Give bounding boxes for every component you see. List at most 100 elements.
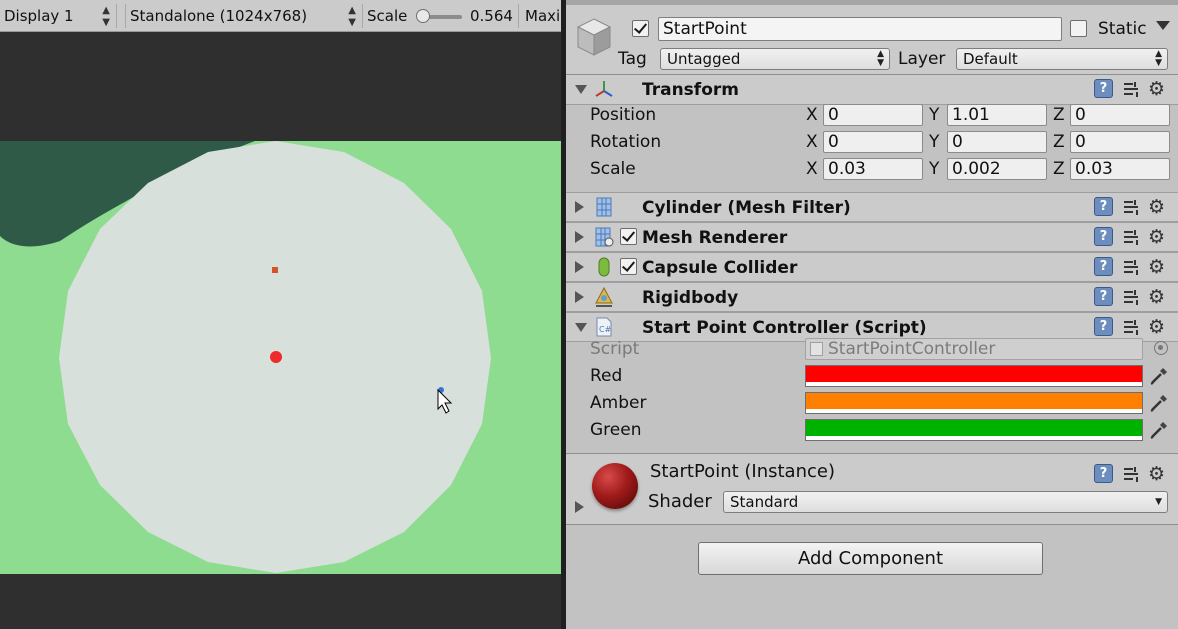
rotation-y-field[interactable]: 0 [947, 131, 1047, 153]
tag-value: Untagged [667, 50, 741, 68]
position-x-field[interactable]: 0 [823, 104, 923, 126]
gear-icon[interactable]: ⚙ [1148, 227, 1170, 247]
gear-icon[interactable]: ⚙ [1148, 197, 1170, 217]
preset-icon[interactable] [1122, 80, 1140, 98]
foldout-closed-icon[interactable] [575, 501, 584, 513]
mesh-filter-title: Cylinder (Mesh Filter) [642, 198, 851, 218]
component-header-icons: ? ⚙ [1094, 257, 1172, 277]
scale-slider-knob[interactable] [416, 9, 430, 23]
static-dropdown-arrow-icon[interactable] [1156, 21, 1170, 30]
mesh-filter-icon [596, 197, 612, 217]
help-icon[interactable]: ? [1094, 317, 1113, 336]
green-color-field[interactable] [805, 419, 1143, 441]
rotation-x-field[interactable]: 0 [823, 131, 923, 153]
updown-arrows-icon: ▲ ▼ [1155, 49, 1162, 68]
maximize-on-play-button[interactable]: Maximize On Play [518, 4, 561, 28]
rotation-label: Rotation [590, 132, 662, 152]
layer-dropdown[interactable]: Default ▲ ▼ [956, 48, 1168, 70]
scale-row-label: Scale [590, 159, 636, 179]
preset-icon[interactable] [1122, 258, 1140, 276]
rigidbody-title: Rigidbody [642, 288, 739, 308]
static-checkbox[interactable] [1070, 20, 1087, 37]
script-reference-field[interactable]: StartPointController [805, 338, 1143, 360]
amber-color-field[interactable] [805, 392, 1143, 414]
foldout-closed-icon[interactable] [575, 231, 584, 243]
script-label: Script [590, 339, 640, 359]
help-icon[interactable]: ? [1094, 464, 1113, 483]
amber-color-swatch [806, 393, 1142, 409]
gear-icon[interactable]: ⚙ [1148, 79, 1170, 99]
game-scene[interactable] [0, 141, 561, 574]
object-picker-icon[interactable] [1154, 341, 1168, 355]
display-label: Display 1 [4, 7, 74, 25]
resolution-dropdown[interactable]: Standalone (1024x768) ▲ ▼ [125, 4, 363, 28]
rigidbody-header[interactable]: Rigidbody ? ⚙ [566, 282, 1178, 312]
axis-x-label[interactable]: X [806, 158, 818, 180]
rotation-z-field[interactable]: 0 [1070, 131, 1170, 153]
scale-x-field[interactable]: 0.03 [823, 158, 923, 180]
eyedropper-icon[interactable] [1148, 392, 1170, 414]
axis-z-label[interactable]: Z [1053, 158, 1065, 180]
center-marker [270, 351, 282, 363]
axis-y-label[interactable]: Y [929, 104, 939, 126]
material-preview-sphere [592, 463, 638, 509]
capsule-collider-enabled-checkbox[interactable] [620, 258, 637, 275]
foldout-closed-icon[interactable] [575, 201, 584, 213]
shader-value: Standard [730, 493, 799, 511]
gear-icon[interactable]: ⚙ [1148, 287, 1170, 307]
red-color-field[interactable] [805, 365, 1143, 387]
axis-z-label[interactable]: Z [1053, 131, 1065, 153]
mesh-renderer-enabled-checkbox[interactable] [620, 228, 637, 245]
material-name: StartPoint (Instance) [650, 461, 835, 482]
transform-header[interactable]: Transform ? ⚙ [566, 75, 1178, 105]
help-icon[interactable]: ? [1094, 197, 1113, 216]
foldout-closed-icon[interactable] [575, 291, 584, 303]
gear-icon[interactable]: ⚙ [1148, 464, 1170, 484]
foldout-closed-icon[interactable] [575, 261, 584, 273]
help-icon[interactable]: ? [1094, 227, 1113, 246]
help-icon[interactable]: ? [1094, 257, 1113, 276]
shader-dropdown[interactable]: Standard ▼ [723, 491, 1168, 513]
preset-icon[interactable] [1122, 318, 1140, 336]
scale-value: 0.564 [470, 7, 513, 25]
display-dropdown[interactable]: Display 1 ▲ ▼ [0, 4, 117, 28]
preset-icon[interactable] [1122, 228, 1140, 246]
preset-icon[interactable] [1122, 288, 1140, 306]
foldout-open-icon[interactable] [575, 85, 587, 94]
position-z-field[interactable]: 0 [1070, 104, 1170, 126]
add-component-button[interactable]: Add Component [698, 542, 1043, 575]
capsule-collider-header[interactable]: Capsule Collider ? ⚙ [566, 252, 1178, 282]
rigidbody-icon [595, 287, 613, 307]
inspector-panel: StartPoint Static Tag Untagged ▲ ▼ Layer … [566, 0, 1178, 629]
eyedropper-icon[interactable] [1148, 419, 1170, 441]
tag-label: Tag [618, 49, 647, 69]
axis-y-label[interactable]: Y [929, 158, 939, 180]
capsule-collider-title: Capsule Collider [642, 258, 798, 278]
gear-icon[interactable]: ⚙ [1148, 317, 1170, 337]
help-icon[interactable]: ? [1094, 287, 1113, 306]
foldout-open-icon[interactable] [575, 323, 587, 332]
eyedropper-icon[interactable] [1148, 365, 1170, 387]
script-component-title: Start Point Controller (Script) [642, 318, 927, 338]
axis-x-label[interactable]: X [806, 131, 818, 153]
gameobject-name-field[interactable]: StartPoint [658, 17, 1062, 41]
axis-x-label[interactable]: X [806, 104, 818, 126]
mesh-filter-header[interactable]: Cylinder (Mesh Filter) ? ⚙ [566, 192, 1178, 222]
shader-label: Shader [648, 491, 712, 512]
axis-y-label[interactable]: Y [929, 131, 939, 153]
mesh-renderer-header[interactable]: Mesh Renderer ? ⚙ [566, 222, 1178, 252]
layer-label: Layer [898, 49, 946, 69]
axis-z-label[interactable]: Z [1053, 104, 1065, 126]
updown-arrows-icon: ▲ ▼ [348, 5, 356, 28]
position-y-field[interactable]: 1.01 [947, 104, 1047, 126]
scale-y-field[interactable]: 0.002 [947, 158, 1047, 180]
preset-icon[interactable] [1122, 198, 1140, 216]
material-section: StartPoint (Instance) ? ⚙ Shader Standar… [566, 453, 1178, 525]
tag-dropdown[interactable]: Untagged ▲ ▼ [660, 48, 890, 70]
gear-icon[interactable]: ⚙ [1148, 257, 1170, 277]
help-icon[interactable]: ? [1094, 79, 1113, 98]
preset-icon[interactable] [1122, 465, 1140, 483]
scale-z-field[interactable]: 0.03 [1070, 158, 1170, 180]
capsule-collider-icon [598, 257, 610, 277]
active-checkbox[interactable] [632, 20, 649, 37]
